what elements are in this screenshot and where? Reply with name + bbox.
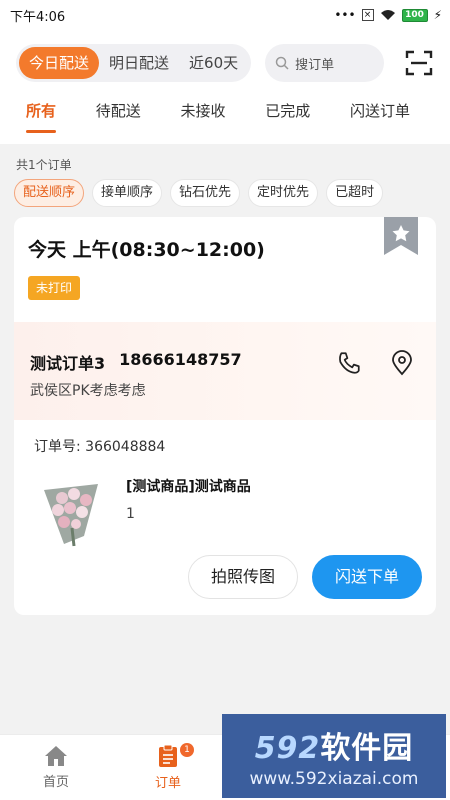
filter-scheduled-first[interactable]: 定时优先 — [248, 179, 319, 207]
search-input[interactable]: 搜订单 — [265, 44, 384, 82]
filter-delivery-order[interactable]: 配送顺序 — [14, 179, 85, 207]
phone-icon[interactable] — [336, 350, 362, 376]
filter-overdue[interactable]: 已超时 — [326, 179, 384, 207]
nav-home[interactable]: 首页 — [0, 735, 112, 800]
nav-orders-label: 订单 — [154, 776, 181, 791]
customer-name: 测试订单3 — [30, 354, 106, 373]
product-image — [34, 470, 108, 548]
more-dots-icon: ••• — [334, 8, 356, 22]
nav-home-label: 首页 — [42, 775, 69, 790]
tab-pending-delivery[interactable]: 待配送 — [96, 100, 141, 133]
search-placeholder: 搜订单 — [295, 57, 335, 73]
delivery-time: 今天 上午(08:30~12:00) — [28, 239, 265, 261]
filter-diamond-first[interactable]: 钻石优先 — [170, 179, 241, 207]
home-icon — [45, 746, 67, 766]
watermark-digits: 592 — [254, 731, 321, 766]
sort-filters: 配送顺序 接单顺序 钻石优先 定时优先 已超时 — [0, 179, 450, 207]
order-count: 共1个订单 — [16, 158, 72, 172]
date-segment: 今日配送 明日配送 近60天 — [16, 44, 252, 82]
status-icons: ••• × 100 ⚡ — [334, 8, 442, 22]
scan-button[interactable] — [402, 46, 436, 80]
charging-icon: ⚡ — [433, 8, 442, 22]
customer-address: 武侯区PK考虑考虑 — [30, 383, 146, 399]
date-tab-60days[interactable]: 近60天 — [179, 47, 248, 79]
customer-section: 测试订单3 18666148757 武侯区PK考虑考虑 — [14, 322, 436, 420]
bookmark-icon[interactable] — [384, 217, 418, 255]
location-icon[interactable] — [390, 350, 414, 376]
order-card[interactable]: 今天 上午(08:30~12:00) 未打印 测试订单3 18666148757… — [14, 217, 436, 615]
date-tab-today[interactable]: 今日配送 — [19, 47, 100, 79]
orders-badge: 1 — [180, 743, 194, 757]
scan-icon — [405, 50, 433, 76]
watermark-brand: 软件园 — [320, 731, 414, 766]
product-name: [测试商品]测试商品 — [126, 479, 251, 495]
status-time: 下午4:06 — [10, 9, 66, 25]
product-row[interactable]: [测试商品]测试商品 1 — [14, 456, 436, 548]
wifi-icon — [380, 10, 395, 20]
customer-phone: 18666148757 — [119, 350, 242, 369]
watermark-url: www.592xiazai.com — [249, 769, 419, 789]
tab-flash-orders[interactable]: 闪送订单 — [350, 100, 410, 133]
sim-icon: × — [361, 9, 374, 21]
date-tab-tomorrow[interactable]: 明日配送 — [99, 47, 179, 79]
search-icon — [275, 56, 289, 70]
battery-icon: 100 — [401, 8, 428, 22]
status-tabs: 所有 待配送 未接收 已完成 闪送订单 — [16, 100, 436, 144]
tab-completed[interactable]: 已完成 — [265, 100, 310, 133]
upload-photo-button[interactable]: 拍照传图 — [187, 555, 298, 599]
orders-icon — [159, 744, 177, 767]
product-quantity: 1 — [126, 506, 135, 522]
tab-all[interactable]: 所有 — [26, 100, 56, 133]
nav-orders[interactable]: 1 订单 — [112, 735, 224, 800]
site-watermark: 592软件园 www.592xiazai.com — [222, 714, 446, 798]
filter-accept-order[interactable]: 接单顺序 — [92, 179, 163, 207]
flash-delivery-button[interactable]: 闪送下单 — [311, 555, 422, 599]
status-bar: 下午4:06 ••• × 100 ⚡ — [0, 0, 450, 30]
order-number: 订单号: 366048884 — [34, 439, 166, 455]
print-status-badge: 未打印 — [28, 276, 81, 300]
tab-not-received[interactable]: 未接收 — [180, 100, 225, 133]
top-area: 今日配送 明日配送 近60天 搜订单 所有 待配送 未接收 已完成 闪送订单 — [0, 30, 450, 144]
